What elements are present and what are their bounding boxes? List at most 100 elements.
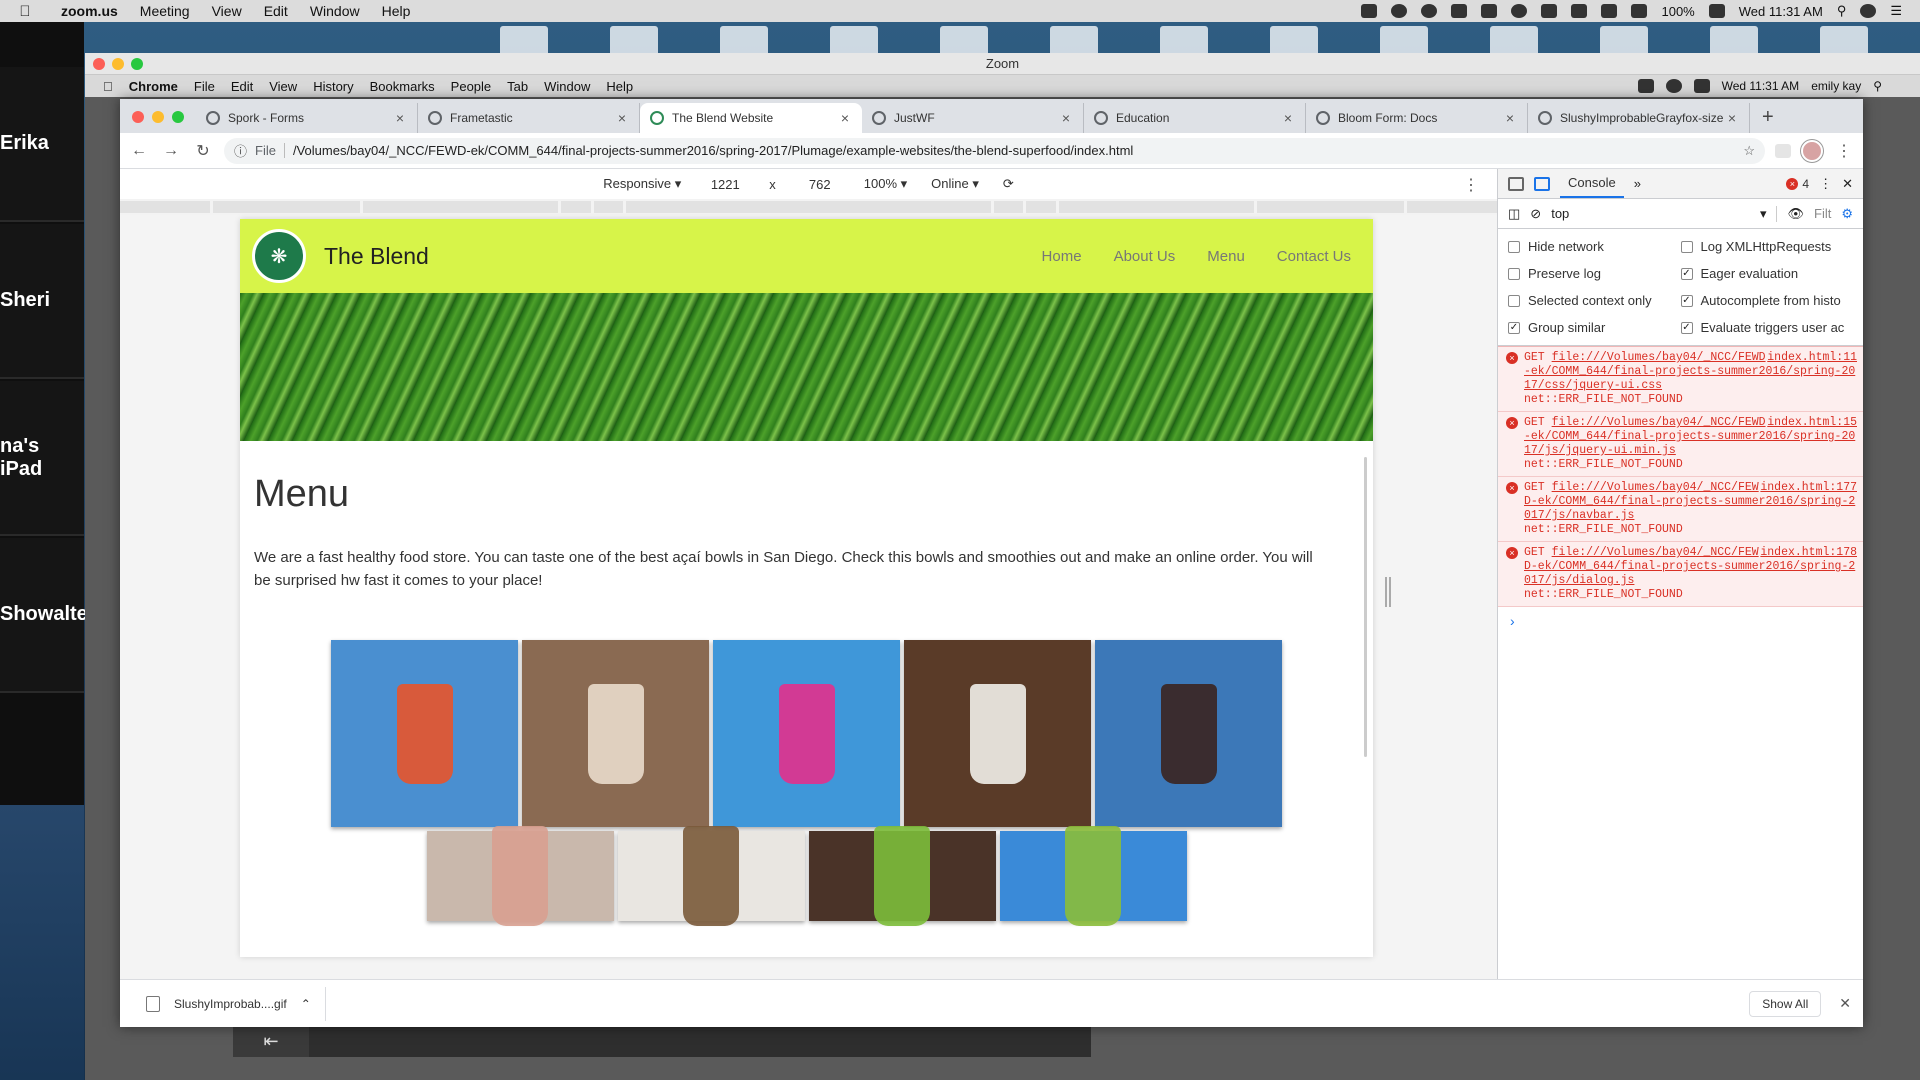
blend-logo-icon[interactable]: ❋: [252, 229, 306, 283]
back-button[interactable]: ←: [128, 142, 150, 160]
console-error-message[interactable]: × index.html:15 GET file:///Volumes/bay04/…: [1498, 412, 1863, 477]
error-count-badge[interactable]: × 4: [1786, 177, 1809, 191]
filter-input[interactable]: Filt: [1814, 206, 1831, 221]
info-icon[interactable]: ⓘ: [234, 141, 247, 160]
error-source-link[interactable]: index.html:177: [1760, 481, 1857, 495]
chrome-menu-kebab-icon[interactable]: ⋮: [1833, 141, 1855, 161]
checkbox-checked-icon[interactable]: ✓: [1680, 321, 1693, 334]
back-arrow-icon[interactable]: ⇤: [233, 1027, 309, 1057]
inspect-element-icon[interactable]: [1508, 176, 1524, 191]
tab-the-blend-website[interactable]: The Blend Website ×: [640, 103, 862, 133]
checkbox-checked-icon[interactable]: ✓: [1680, 267, 1693, 280]
participant-tile[interactable]: Showalte: [0, 538, 88, 693]
download-item[interactable]: SlushyImprobab....gif ⌃: [132, 986, 326, 1021]
chevron-up-icon[interactable]: ⌃: [301, 997, 311, 1011]
bluetooth-icon[interactable]: [1541, 4, 1558, 18]
checkbox-icon[interactable]: [1508, 267, 1520, 280]
checkbox-icon[interactable]: [1508, 240, 1520, 253]
error-source-link[interactable]: index.html:15: [1767, 416, 1857, 430]
tab-slushy-gif[interactable]: SlushyImprobableGrayfox-size ×: [1528, 103, 1750, 133]
console-sidebar-icon[interactable]: ◫: [1508, 206, 1520, 222]
airplay-icon[interactable]: [1481, 4, 1498, 18]
address-bar[interactable]: ⓘ File /Volumes/bay04/_NCC/FEWD-ek/COMM_…: [224, 137, 1765, 164]
text-input-icon[interactable]: [1601, 4, 1618, 18]
tab-console[interactable]: Console: [1560, 169, 1624, 198]
notification-center-icon[interactable]: ☰: [1890, 3, 1902, 19]
console-setting[interactable]: Selected context only: [1508, 293, 1681, 308]
chat-status-icon[interactable]: [1391, 4, 1408, 18]
console-settings-gear-icon[interactable]: ⚙: [1841, 206, 1853, 222]
spotlight-search-icon[interactable]: ⚲: [1837, 3, 1847, 19]
url-text[interactable]: /Volumes/bay04/_NCC/FEWD-ek/COMM_644/fin…: [293, 143, 1735, 158]
console-error-message[interactable]: × index.html:177 GET file:///Volumes/bay04…: [1498, 477, 1863, 542]
chrome-fullscreen-button[interactable]: [172, 111, 184, 123]
extension-icon[interactable]: [1775, 143, 1791, 158]
mac-menu-meeting[interactable]: Meeting: [129, 3, 201, 19]
close-tab-icon[interactable]: ×: [838, 110, 852, 126]
device-width-input[interactable]: 1221: [705, 177, 745, 192]
wifi-icon[interactable]: [1571, 4, 1588, 18]
error-source-link[interactable]: index.html:178: [1760, 546, 1857, 560]
close-tab-icon[interactable]: ×: [1281, 110, 1295, 126]
checkbox-checked-icon[interactable]: ✓: [1680, 294, 1693, 307]
console-setting[interactable]: ✓ Evaluate triggers user ac: [1680, 320, 1854, 335]
console-error-message[interactable]: × index.html:178 GET file:///Volumes/bay04…: [1498, 542, 1863, 607]
nav-home-link[interactable]: Home: [1042, 248, 1082, 265]
console-prompt[interactable]: ›: [1498, 607, 1863, 635]
apple-icon[interactable]: : [0, 3, 50, 20]
clear-console-icon[interactable]: ⊘: [1530, 206, 1541, 222]
zoom-status-icon[interactable]: [1361, 4, 1378, 18]
console-setting[interactable]: Preserve log: [1508, 266, 1681, 281]
zoom-window-button[interactable]: [131, 58, 143, 70]
device-toggle-icon[interactable]: [1534, 176, 1550, 191]
siri-icon[interactable]: [1860, 4, 1877, 18]
new-tab-button[interactable]: +: [1750, 106, 1786, 133]
media-query-ruler[interactable]: [120, 199, 1497, 215]
devtools-menu-icon[interactable]: ⋮: [1819, 176, 1832, 192]
device-toolbar-more-icon[interactable]: ⋮: [1463, 175, 1479, 195]
device-height-input[interactable]: 762: [800, 177, 840, 192]
forward-button[interactable]: →: [160, 142, 182, 160]
participant-tile[interactable]: Erika: [0, 67, 84, 222]
mac-menu-edit[interactable]: Edit: [253, 3, 299, 19]
chrome-close-button[interactable]: [132, 111, 144, 123]
participant-tile[interactable]: Sheri: [0, 224, 84, 379]
console-setting[interactable]: ✓ Eager evaluation: [1680, 266, 1854, 281]
tab-education[interactable]: Education ×: [1084, 103, 1306, 133]
close-tab-icon[interactable]: ×: [615, 110, 629, 126]
live-expression-eye-icon[interactable]: 👁: [1787, 206, 1804, 222]
checkbox-icon[interactable]: [1680, 240, 1693, 253]
devtools-close-icon[interactable]: ✕: [1842, 176, 1853, 192]
more-tabs-icon[interactable]: »: [1634, 176, 1641, 191]
viewport-resize-handle[interactable]: [1385, 577, 1391, 607]
close-tab-icon[interactable]: ×: [1059, 110, 1073, 126]
rotate-icon[interactable]: ⟳: [1003, 176, 1014, 192]
minimize-window-button[interactable]: [112, 58, 124, 70]
mac-menu-app[interactable]: zoom.us: [50, 3, 129, 19]
nav-menu-link[interactable]: Menu: [1207, 248, 1245, 265]
tab-justwf[interactable]: JustWF ×: [862, 103, 1084, 133]
checkbox-icon[interactable]: [1508, 294, 1520, 307]
tab-spork-forms[interactable]: Spork - Forms ×: [196, 103, 418, 133]
device-mode-select[interactable]: Responsive ▾: [603, 176, 681, 192]
bookmark-star-icon[interactable]: ☆: [1743, 143, 1755, 159]
participant-tile[interactable]: na's iPad: [0, 381, 84, 536]
show-all-button[interactable]: Show All: [1749, 990, 1822, 1017]
close-tab-icon[interactable]: ×: [1725, 110, 1739, 126]
console-setting[interactable]: Log XMLHttpRequests: [1680, 239, 1854, 254]
device-zoom-select[interactable]: 100% ▾: [864, 176, 907, 192]
console-error-message[interactable]: × index.html:11 GET file:///Volumes/bay04/…: [1498, 347, 1863, 412]
throttle-select[interactable]: Online ▾: [931, 176, 979, 192]
mac-menu-window[interactable]: Window: [299, 3, 371, 19]
error-source-link[interactable]: index.html:11: [1767, 351, 1857, 365]
console-setting[interactable]: ✓ Group similar: [1508, 320, 1681, 335]
creative-cloud-icon[interactable]: [1421, 4, 1438, 18]
console-setting[interactable]: ✓ Autocomplete from histo: [1680, 293, 1854, 308]
close-download-shelf-icon[interactable]: ✕: [1839, 995, 1851, 1012]
context-selector[interactable]: top ▾: [1551, 205, 1778, 222]
tab-bloom-form-docs[interactable]: Bloom Form: Docs ×: [1306, 103, 1528, 133]
tab-frametastic[interactable]: Frametastic ×: [418, 103, 640, 133]
checkbox-checked-icon[interactable]: ✓: [1508, 321, 1520, 334]
drive-icon[interactable]: [1451, 4, 1468, 18]
mac-clock[interactable]: Wed 11:31 AM: [1739, 4, 1823, 19]
